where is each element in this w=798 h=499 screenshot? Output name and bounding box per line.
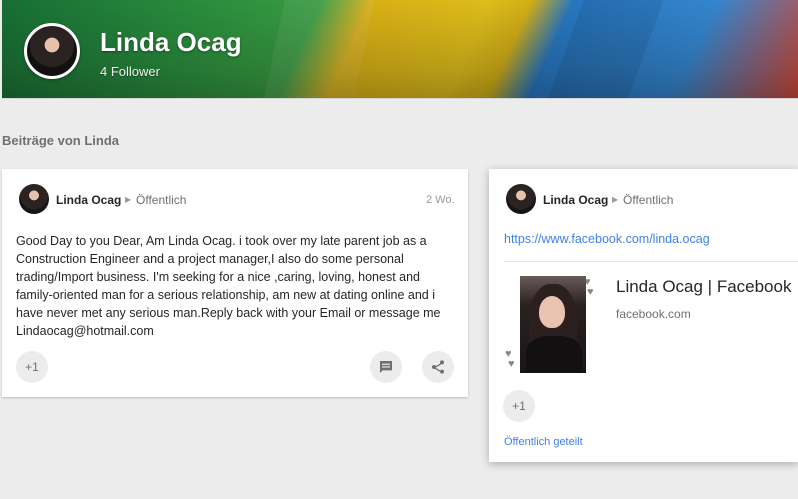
follower-count[interactable]: 4 Follower (100, 64, 160, 79)
shared-visibility-link[interactable]: Öffentlich geteilt (504, 436, 583, 448)
profile-avatar[interactable] (24, 23, 80, 79)
section-title: Beiträge von Linda (2, 133, 120, 148)
link-preview-title[interactable]: Linda Ocag | Facebook (616, 277, 791, 297)
visibility-label[interactable]: Öffentlich (136, 193, 186, 207)
thumb-face (539, 296, 565, 328)
hearts-decoration: ♥ ♥ (505, 348, 515, 370)
link-preview-domain: facebook.com (616, 307, 691, 321)
post-card: Linda Ocag ▶ Öffentlich 2 Wo. Good Day t… (2, 169, 468, 397)
comment-button[interactable] (370, 351, 402, 383)
caret-right-icon: ▶ (125, 195, 132, 204)
author-name[interactable]: Linda Ocag (56, 193, 121, 207)
profile-banner: Linda Ocag 4 Follower (2, 0, 798, 99)
divider (504, 261, 798, 262)
post-card: Linda Ocag ▶ Öffentlich https://www.face… (489, 169, 798, 462)
link-preview-image[interactable] (520, 276, 586, 373)
comment-icon (380, 361, 392, 373)
share-button[interactable] (422, 351, 454, 383)
plus-one-button[interactable]: +1 (503, 390, 535, 422)
post-text: Good Day to you Dear, Am Linda Ocag. i t… (16, 234, 441, 338)
shared-link[interactable]: https://www.facebook.com/linda.ocag (504, 232, 710, 246)
author-avatar[interactable] (506, 184, 536, 214)
post-timestamp[interactable]: 2 Wo. (426, 194, 455, 206)
caret-right-icon: ▶ (612, 195, 619, 204)
author-name[interactable]: Linda Ocag (543, 193, 608, 207)
visibility-label[interactable]: Öffentlich (623, 193, 673, 207)
profile-name[interactable]: Linda Ocag (100, 27, 242, 58)
thumb-body (526, 336, 582, 373)
share-icon (432, 360, 444, 374)
author-avatar[interactable] (19, 184, 49, 214)
plus-one-button[interactable]: +1 (16, 351, 48, 383)
